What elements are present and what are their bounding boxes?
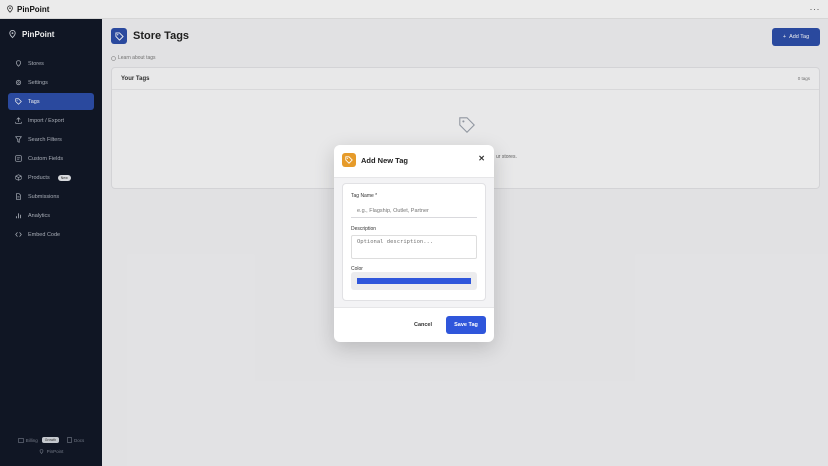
tag-name-label: Tag Name * — [351, 193, 378, 199]
description-textarea[interactable] — [351, 235, 477, 259]
save-tag-button[interactable]: Save Tag — [446, 316, 486, 334]
close-icon[interactable]: ✕ — [478, 154, 485, 163]
add-tag-modal: Add New Tag ✕ Tag Name * Description Col… — [334, 145, 494, 342]
modal-header: Add New Tag — [334, 145, 494, 175]
modal-title: Add New Tag — [361, 155, 408, 165]
color-swatch — [357, 278, 471, 284]
color-picker[interactable] — [351, 272, 477, 290]
description-label: Description — [351, 226, 377, 232]
tag-form: Tag Name * Description Color — [342, 183, 486, 301]
modal-footer: Cancel Save Tag — [334, 308, 494, 342]
modal-body: Tag Name * Description Color — [334, 177, 494, 308]
cancel-button[interactable]: Cancel — [405, 316, 441, 334]
tag-icon — [342, 153, 356, 167]
tag-name-input[interactable] — [351, 204, 477, 218]
